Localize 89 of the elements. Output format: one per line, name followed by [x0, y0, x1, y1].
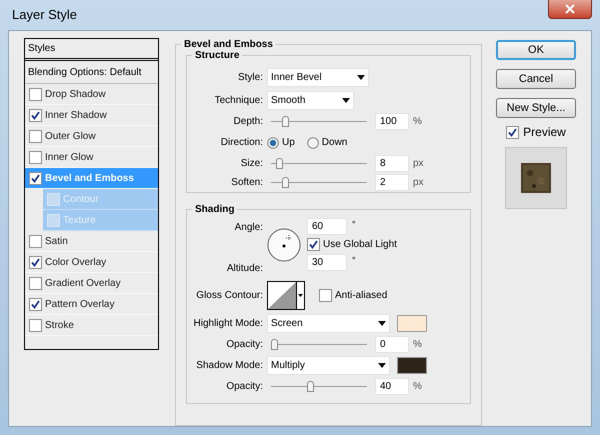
close-button[interactable]: [548, 0, 592, 19]
input-field[interactable]: 100: [375, 113, 409, 130]
slider[interactable]: [271, 177, 367, 188]
list-item[interactable]: Blending Options: Default: [25, 61, 158, 84]
field-label: Highlight Mode:: [193, 317, 263, 331]
radio-icon: [306, 136, 319, 148]
checkbox[interactable]: [29, 172, 42, 184]
slider[interactable]: [271, 339, 367, 350]
slider-thumb[interactable]: [271, 339, 278, 350]
checkbox[interactable]: [29, 256, 42, 268]
color-swatch[interactable]: [397, 315, 427, 332]
window-title: Layer Style: [12, 6, 78, 24]
list-item[interactable]: Pattern Overlay: [25, 294, 158, 315]
field-label: Style:: [236, 71, 263, 85]
color-swatch[interactable]: [397, 357, 427, 374]
dropdown[interactable]: Multiply: [267, 356, 390, 375]
caret-icon: [378, 321, 386, 326]
field-label: Direction:: [220, 136, 263, 150]
checkbox[interactable]: [29, 234, 42, 248]
group-title: Shading: [192, 202, 238, 217]
checkbox[interactable]: [29, 130, 42, 142]
unit-label: px: [413, 176, 424, 190]
unit-label: °: [352, 254, 356, 267]
dropdown[interactable]: Smooth: [267, 91, 354, 110]
contour-picker[interactable]: [267, 280, 305, 310]
dropdown[interactable]: Inner Bevel: [267, 68, 369, 87]
checkbox-label: Use Global Light: [323, 238, 397, 252]
checkbox[interactable]: [307, 238, 320, 251]
field-label: Technique:: [214, 94, 263, 108]
list-header: Styles: [28, 42, 56, 56]
slider-thumb[interactable]: [276, 158, 284, 169]
slider[interactable]: [271, 116, 367, 127]
input-field[interactable]: 2: [375, 174, 409, 191]
caret-icon: [298, 294, 303, 296]
field-label: Opacity:: [225, 338, 263, 352]
field-label: Angle:: [234, 221, 263, 235]
input-field[interactable]: 8: [375, 155, 409, 172]
field-label: Shadow Mode:: [195, 359, 263, 373]
field-label: Depth:: [232, 115, 263, 129]
checkbox[interactable]: [319, 288, 332, 302]
field-label: Soften:: [230, 176, 263, 190]
list-item[interactable]: Gradient Overlay: [25, 273, 158, 294]
field-label: Size:: [240, 157, 263, 171]
input-field[interactable]: 60: [307, 218, 347, 235]
slider-thumb[interactable]: [282, 177, 289, 188]
caret-icon: [357, 75, 365, 80]
angle-dial-icon: [267, 228, 301, 262]
close-icon: [565, 4, 575, 14]
list-item[interactable]: Inner Shadow: [25, 105, 158, 126]
unit-label: °: [352, 218, 356, 231]
checkbox[interactable]: [29, 88, 42, 100]
input-field[interactable]: 30: [307, 254, 347, 271]
checkbox-label: Anti-aliased: [335, 288, 388, 302]
input-field[interactable]: 40: [375, 378, 409, 395]
texture-swatch-icon: [521, 163, 551, 193]
checkbox[interactable]: [29, 150, 42, 164]
checkbox[interactable]: [29, 298, 42, 310]
contour-icon: [268, 282, 296, 308]
list-item[interactable]: Drop Shadow: [25, 84, 158, 105]
slider-thumb[interactable]: [306, 381, 314, 392]
list-item[interactable]: Color Overlay: [25, 252, 158, 273]
slider-thumb[interactable]: [282, 116, 289, 127]
checkbox[interactable]: [506, 126, 520, 138]
caret-icon: [378, 363, 386, 368]
radio-button[interactable]: Up: [267, 135, 295, 150]
checkbox[interactable]: [29, 276, 42, 290]
checkbox-label: Preview: [523, 124, 566, 141]
checkbox[interactable]: [29, 108, 42, 122]
dialog-button[interactable]: Cancel: [496, 69, 576, 89]
list-item[interactable]: Satin: [25, 231, 158, 252]
list-item[interactable]: Stroke: [25, 315, 158, 336]
field-label: Altitude:: [226, 262, 263, 276]
slider[interactable]: [271, 158, 367, 169]
checkbox[interactable]: [29, 318, 42, 332]
slider[interactable]: [271, 381, 367, 392]
unit-label: px: [413, 157, 424, 171]
input-field[interactable]: 0: [375, 336, 409, 353]
field-label: Opacity:: [225, 380, 263, 394]
field-label: Gloss Contour:: [195, 288, 263, 302]
unit-label: %: [413, 380, 422, 394]
radio-button[interactable]: Down: [306, 135, 348, 150]
unit-label: %: [413, 338, 422, 352]
dialog-button[interactable]: OK: [496, 40, 576, 60]
list-item[interactable]: Outer Glow: [25, 126, 158, 147]
caret-icon: [342, 98, 350, 103]
radio-icon: [267, 136, 279, 148]
dropdown[interactable]: Screen: [267, 314, 390, 333]
dialog-button[interactable]: New Style...: [496, 98, 576, 118]
unit-label: %: [413, 115, 422, 129]
